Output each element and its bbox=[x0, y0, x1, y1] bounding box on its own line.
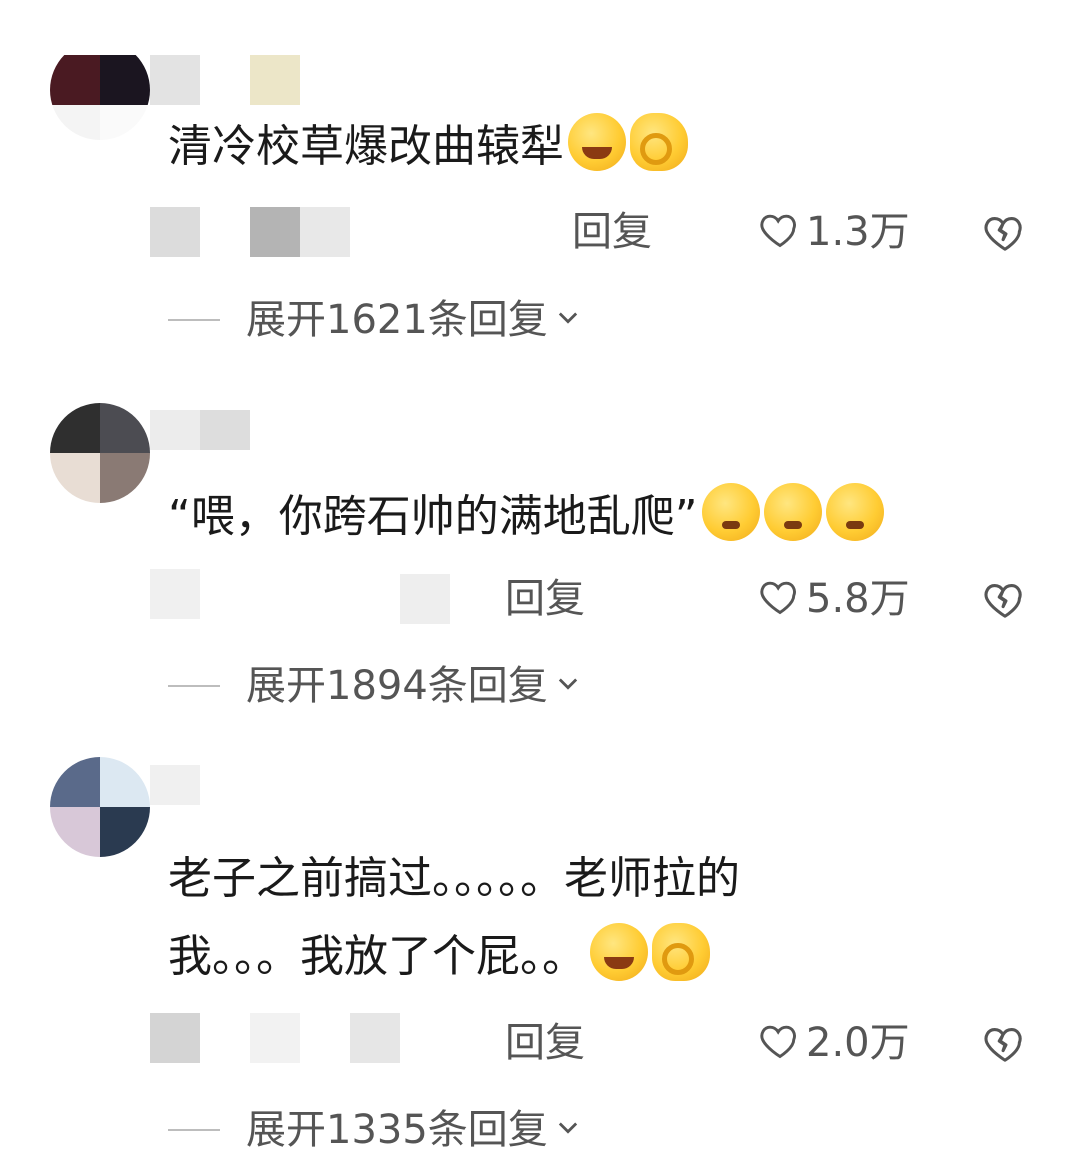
expand-replies[interactable]: 展开1621条回复 bbox=[168, 290, 768, 350]
laugh-cry-emoji bbox=[568, 113, 626, 171]
location-mosaic bbox=[400, 574, 450, 624]
pleading-face-emoji bbox=[825, 483, 884, 541]
comment-text-line-1: 老子之前搞过。。。。。老师拉的 bbox=[168, 853, 740, 904]
heart-icon bbox=[760, 1025, 796, 1059]
avatar[interactable] bbox=[50, 757, 150, 857]
comment-text-line-2: 我。。。我放了个屁。。 bbox=[168, 918, 710, 996]
dislike-icon[interactable] bbox=[982, 209, 1028, 255]
avatar[interactable] bbox=[50, 403, 150, 503]
expand-replies-label: 展开1335条回复 bbox=[246, 1100, 582, 1160]
comment-meta: 回复 1.3万 bbox=[0, 202, 1080, 262]
location-mosaic bbox=[350, 1013, 400, 1063]
avatar[interactable] bbox=[50, 40, 150, 140]
location-mosaic bbox=[250, 1013, 300, 1063]
like-button[interactable]: 2.0万 bbox=[758, 1013, 910, 1073]
comment-meta: 回复 2.0万 bbox=[0, 1013, 1080, 1073]
dislike-icon[interactable] bbox=[982, 1020, 1028, 1066]
expand-replies[interactable]: 展开1335条回复 bbox=[168, 1100, 768, 1160]
timestamp-mosaic bbox=[150, 207, 200, 257]
timestamp-mosaic bbox=[150, 1013, 200, 1063]
reply-button[interactable]: 回复 bbox=[505, 1013, 585, 1073]
expand-replies-label: 展开1894条回复 bbox=[246, 656, 582, 716]
like-count: 1.3万 bbox=[806, 209, 910, 255]
pleading-face-emoji bbox=[701, 483, 760, 541]
timestamp-mosaic bbox=[150, 569, 200, 619]
reply-button[interactable]: 回复 bbox=[505, 569, 585, 629]
dislike-icon[interactable] bbox=[982, 576, 1028, 622]
ok-hand-emoji bbox=[652, 923, 710, 981]
username[interactable] bbox=[150, 765, 200, 805]
like-count: 5.8万 bbox=[806, 576, 910, 622]
expand-divider bbox=[168, 319, 220, 321]
expand-replies[interactable]: 展开1894条回复 bbox=[168, 656, 768, 716]
heart-icon bbox=[760, 214, 796, 248]
expand-replies-label: 展开1621条回复 bbox=[246, 290, 582, 350]
comment-text: 清冷校草爆改曲辕犁 bbox=[168, 108, 688, 186]
laugh-cry-emoji bbox=[590, 923, 648, 981]
location-mosaic bbox=[250, 207, 300, 257]
ok-hand-emoji bbox=[630, 113, 688, 171]
expand-divider bbox=[168, 1129, 220, 1131]
comment-text: “喂，你跨石帅的满地乱爬” bbox=[168, 478, 884, 556]
username-mosaic bbox=[200, 410, 250, 450]
like-button[interactable]: 1.3万 bbox=[758, 202, 910, 262]
reply-button[interactable]: 回复 bbox=[572, 202, 652, 262]
comment-meta: 回复 5.8万 bbox=[0, 569, 1080, 629]
chevron-down-icon bbox=[558, 1122, 577, 1134]
chevron-down-icon bbox=[558, 312, 577, 324]
like-count: 2.0万 bbox=[806, 1020, 910, 1066]
username[interactable] bbox=[150, 410, 200, 450]
location-mosaic bbox=[300, 207, 350, 257]
like-button[interactable]: 5.8万 bbox=[758, 569, 910, 629]
chevron-down-icon bbox=[558, 678, 577, 690]
expand-divider bbox=[168, 685, 220, 687]
username[interactable] bbox=[150, 55, 200, 105]
pleading-face-emoji bbox=[763, 483, 822, 541]
heart-icon bbox=[760, 581, 796, 615]
username-mosaic bbox=[250, 55, 300, 105]
